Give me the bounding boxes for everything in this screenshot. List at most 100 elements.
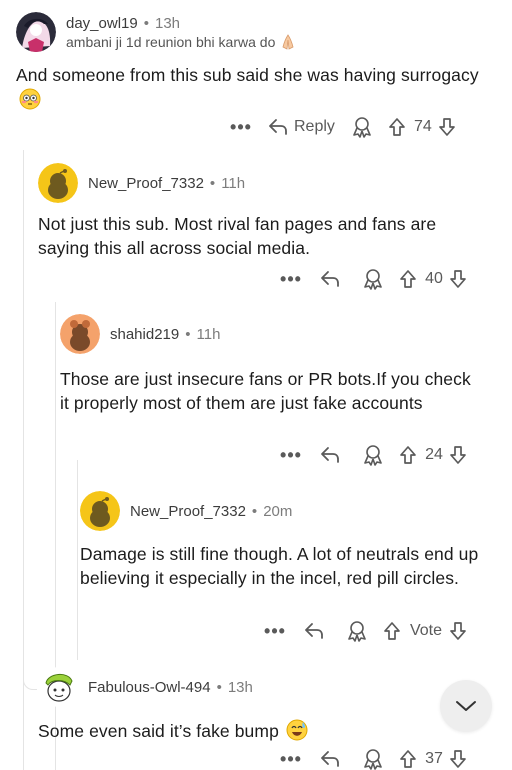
comment-meta: day_owl19 • 13h ambani ji 1d reunion bhi… [16,12,496,52]
downvote-arrow-icon [450,750,466,768]
avatar[interactable] [16,12,56,52]
username[interactable]: day_owl19 [66,15,138,32]
timestamp: 11h [196,325,221,343]
more-options-button[interactable]: ••• [278,269,304,290]
snoo-avatar-icon [60,314,100,354]
sweat-smile-emoji-icon [286,719,308,741]
more-options-button[interactable]: ••• [228,117,254,138]
comment-4-actions: ••• Vote [262,620,468,642]
separator-dot: • [185,325,191,343]
vote-count: 74 [414,118,432,135]
timestamp: 11h [221,174,246,192]
award-button[interactable] [346,620,368,642]
vote-count: 37 [425,750,443,767]
award-icon [348,621,366,642]
award-icon [353,117,371,138]
comment-4: New_Proof_7332 • 20m Damage is still fin… [80,491,495,590]
upvote-button[interactable] [398,445,418,465]
scroll-down-button[interactable] [440,680,492,732]
avatar[interactable] [38,667,78,707]
reply-arrow-icon [321,751,339,767]
more-options-button[interactable]: ••• [278,445,304,466]
upvote-arrow-icon [400,446,416,464]
award-button[interactable] [362,748,384,770]
avatar[interactable] [80,491,120,531]
timestamp: 13h [227,678,253,696]
more-options-button[interactable]: ••• [278,749,304,770]
comment-meta: New_Proof_7332 • 20m [80,491,495,531]
comment-meta: shahid219 • 11h [60,314,495,354]
downvote-button[interactable] [437,117,457,137]
snoo-avatar-icon [38,163,78,203]
comment-body: And someone from this sub said she was h… [16,64,486,112]
award-button[interactable] [362,444,384,466]
downvote-arrow-icon [439,118,455,136]
user-avatar-icon [16,12,56,52]
downvote-arrow-icon [450,622,466,640]
reply-button[interactable]: Reply [268,118,335,136]
reply-arrow-icon [321,447,339,463]
chevron-down-icon [456,701,476,711]
separator-dot: • [216,678,222,696]
comment-body: Some even said it’s fake bump [38,719,438,744]
downvote-arrow-icon [450,446,466,464]
avatar[interactable] [38,163,78,203]
comment-body: Not just this sub. Most rival fan pages … [38,214,437,258]
reply-label: Reply [294,118,335,135]
username[interactable]: Fabulous-Owl-494 [88,679,211,696]
timestamp: 13h [154,14,181,32]
vote-count: 24 [425,446,443,463]
comment-3-actions: ••• 24 [278,444,468,466]
separator-dot: • [143,14,149,32]
comment-1-actions: ••• Reply 74 [228,116,457,138]
separator-dot: • [209,174,216,192]
upvote-button[interactable] [387,117,407,137]
vote-count: 40 [425,270,443,287]
upvote-arrow-icon [400,270,416,288]
reply-button[interactable] [304,622,324,640]
reply-arrow-icon [321,271,339,287]
upvote-arrow-icon [384,622,400,640]
upvote-button[interactable] [398,749,418,769]
user-flair: ambani ji 1d reunion bhi karwa do [66,33,276,50]
award-icon [364,749,382,770]
award-icon [364,445,382,466]
more-options-button[interactable]: ••• [262,621,288,642]
reply-arrow-icon [305,623,323,639]
username[interactable]: New_Proof_7332 [130,503,246,520]
reply-button[interactable] [320,270,340,288]
upvote-button[interactable] [382,621,402,641]
comment-body: Those are just insecure fans or PR bots.… [60,369,471,413]
username[interactable]: shahid219 [110,326,179,343]
username[interactable]: New_Proof_7332 [88,175,204,192]
downvote-button[interactable] [448,621,468,641]
comment-3: shahid219 • 11h Those are just insecure … [60,314,495,415]
upvote-button[interactable] [398,269,418,289]
comment-1: day_owl19 • 13h ambani ji 1d reunion bhi… [16,12,496,112]
downvote-button[interactable] [448,445,468,465]
comment-5-actions: ••• 37 [278,748,468,770]
comment-body: Damage is still fine though. A lot of ne… [80,544,479,588]
downvote-arrow-icon [450,270,466,288]
comment-2: New_Proof_7332 • 11h Not just this sub. … [38,163,493,260]
timestamp: 20m [263,502,293,520]
downvote-button[interactable] [448,269,468,289]
reply-arrow-icon [269,119,287,135]
award-icon [364,269,382,290]
folded-hands-icon [279,33,297,50]
upvote-arrow-icon [389,118,405,136]
comment-2-actions: ••• 40 [278,268,468,290]
reply-button[interactable] [320,446,340,464]
vote-label: Vote [409,622,443,639]
comment-meta: New_Proof_7332 • 11h [38,163,493,203]
comment-meta: Fabulous-Owl-494 • 13h [38,667,438,707]
award-button[interactable] [362,268,384,290]
downvote-button[interactable] [448,749,468,769]
comment-5: Fabulous-Owl-494 • 13h Some even said it… [38,667,438,744]
snoo-avatar-icon [38,667,78,707]
flushed-face-emoji-icon [19,88,41,110]
award-button[interactable] [351,116,373,138]
reply-button[interactable] [320,750,340,768]
separator-dot: • [251,502,258,520]
avatar[interactable] [60,314,100,354]
